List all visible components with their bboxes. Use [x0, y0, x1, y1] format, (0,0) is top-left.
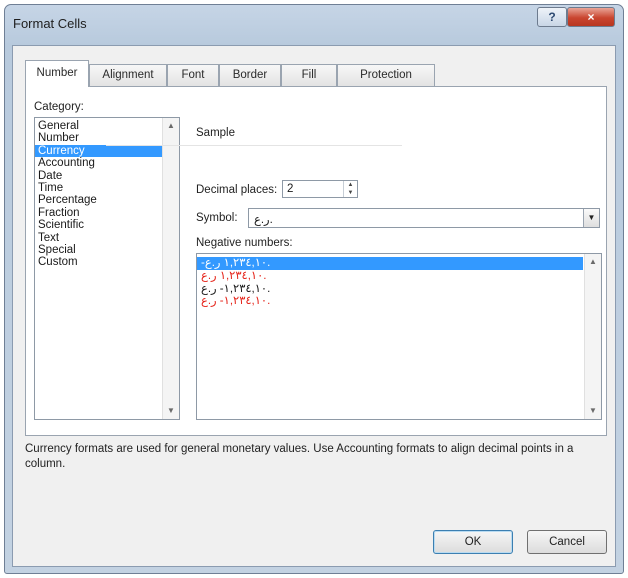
category-item-text[interactable]: Text: [35, 232, 179, 244]
scroll-up-icon[interactable]: ▲: [585, 254, 601, 270]
decimal-places-stepper[interactable]: 2 ▲ ▼: [282, 180, 358, 198]
category-item-percentage[interactable]: Percentage: [35, 194, 179, 206]
category-scrollbar[interactable]: ▲ ▼: [162, 118, 179, 419]
negative-numbers-list[interactable]: -١,٢٣٤,١٠ ر.ع. ١,٢٣٤,١٠ ر.ع. ١,٢٣٤,١٠- ر…: [196, 253, 602, 420]
category-item-fraction[interactable]: Fraction: [35, 207, 179, 219]
decimal-places-label: Decimal places:: [196, 184, 278, 196]
number-tab-panel: Category: General Number Currency Accoun…: [25, 86, 607, 436]
stepper-down-icon[interactable]: ▼: [344, 189, 357, 197]
sample-divider: [106, 145, 402, 146]
negative-numbers-scrollbar[interactable]: ▲ ▼: [584, 254, 601, 419]
help-button[interactable]: ?: [537, 7, 567, 27]
scroll-down-icon[interactable]: ▼: [163, 403, 179, 419]
negative-format-item[interactable]: ١,٢٣٤,١٠- ر.ع.: [197, 295, 583, 308]
symbol-value: ر.ع.: [254, 214, 273, 226]
format-cells-dialog: Format Cells ? × Number Alignment Font B…: [4, 4, 624, 574]
category-item-currency[interactable]: Currency: [35, 144, 179, 158]
category-item-scientific[interactable]: Scientific: [35, 219, 179, 231]
title-bar[interactable]: Format Cells ? ×: [5, 5, 623, 45]
category-item-custom[interactable]: Custom: [35, 256, 179, 268]
category-item-general[interactable]: General: [35, 120, 179, 132]
tab-protection[interactable]: Protection: [337, 64, 435, 86]
tab-border[interactable]: Border: [219, 64, 281, 86]
ok-button[interactable]: OK: [433, 530, 513, 554]
category-item-number[interactable]: Number: [35, 132, 179, 144]
category-item-time[interactable]: Time: [35, 182, 179, 194]
category-item-accounting[interactable]: Accounting: [35, 157, 179, 169]
category-label: Category:: [34, 101, 84, 113]
cancel-button[interactable]: Cancel: [527, 530, 607, 554]
dialog-body: Number Alignment Font Border Fill Protec…: [12, 45, 616, 567]
negative-format-item[interactable]: ١,٢٣٤,١٠ ر.ع.: [197, 270, 583, 283]
category-item-date[interactable]: Date: [35, 170, 179, 182]
stepper-buttons[interactable]: ▲ ▼: [343, 181, 357, 197]
tab-number[interactable]: Number: [25, 60, 89, 87]
category-list[interactable]: General Number Currency Accounting Date …: [34, 117, 180, 420]
tab-fill[interactable]: Fill: [281, 64, 337, 86]
negative-format-item[interactable]: -١,٢٣٤,١٠ ر.ع.: [197, 257, 583, 270]
scroll-down-icon[interactable]: ▼: [585, 403, 601, 419]
help-icon: ?: [548, 10, 556, 24]
close-button[interactable]: ×: [567, 7, 615, 27]
stepper-up-icon[interactable]: ▲: [344, 181, 357, 189]
category-item-special[interactable]: Special: [35, 244, 179, 256]
close-icon: ×: [587, 10, 595, 24]
symbol-dropdown[interactable]: ر.ع. ▼: [248, 208, 600, 228]
dialog-title: Format Cells: [13, 16, 87, 31]
symbol-label: Symbol:: [196, 212, 238, 224]
chevron-down-icon[interactable]: ▼: [583, 209, 599, 227]
tab-font[interactable]: Font: [167, 64, 219, 86]
sample-label: Sample: [196, 127, 235, 139]
scroll-up-icon[interactable]: ▲: [163, 118, 179, 134]
decimal-places-value: 2: [287, 183, 294, 195]
format-description: Currency formats are used for general mo…: [25, 443, 574, 470]
tab-alignment[interactable]: Alignment: [89, 64, 167, 86]
negative-format-item[interactable]: ١,٢٣٤,١٠- ر.ع.: [197, 283, 583, 296]
negative-numbers-label: Negative numbers:: [196, 237, 293, 249]
